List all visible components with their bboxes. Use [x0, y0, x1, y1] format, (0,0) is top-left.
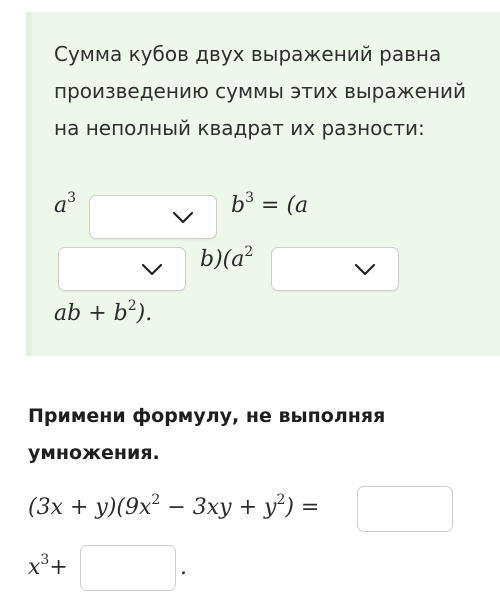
answer-input-1[interactable] [357, 486, 453, 532]
chevron-down-icon [172, 211, 194, 224]
chevron-down-icon [141, 263, 163, 276]
task-period: . [180, 555, 187, 580]
theory-text: Сумма кубов двух выражений равна произве… [54, 42, 467, 140]
formula-b-close-a-squared: b)(a2 [200, 244, 254, 272]
task-x-cubed-plus: x3+ [28, 552, 68, 580]
formula-b-cubed-equals: b3 = (a [231, 190, 309, 218]
chevron-down-icon [354, 263, 376, 276]
task-title: Примени формулу, не выполняя умножения. [28, 405, 386, 464]
operator-dropdown-1[interactable] [89, 195, 217, 239]
formula-tail: ab + b2). [54, 298, 153, 326]
operator-dropdown-3[interactable] [271, 247, 399, 291]
task-expression: (3x + y)(9x2 − 3xy + y2) = [28, 492, 320, 520]
operator-dropdown-2[interactable] [58, 247, 186, 291]
answer-input-2[interactable] [80, 545, 176, 591]
formula-a-cubed: a3 [54, 190, 77, 218]
